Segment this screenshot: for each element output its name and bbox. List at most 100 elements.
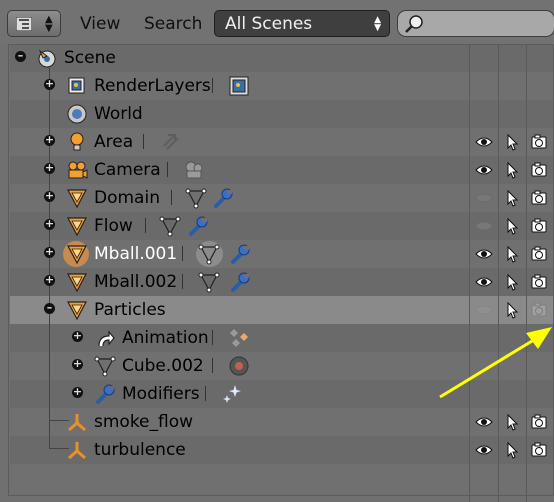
- tree-item-label: Particles: [94, 300, 166, 320]
- outliner-icon: [16, 17, 32, 31]
- particles-sparkle-icon[interactable]: [221, 383, 243, 405]
- selectable-cursor-icon[interactable]: [503, 273, 521, 291]
- animation-icon: [98, 330, 115, 347]
- selectable-cursor-icon[interactable]: [503, 161, 521, 179]
- search-input[interactable]: [428, 14, 542, 34]
- mesh-data-icon[interactable]: [159, 215, 181, 237]
- renderlayers-icon: [68, 77, 85, 94]
- modifier-wrench-icon[interactable]: [187, 215, 209, 237]
- expand-toggle[interactable]: +: [44, 274, 55, 286]
- expand-toggle[interactable]: +: [72, 358, 83, 370]
- tree-item-label: Mball.001: [94, 244, 178, 264]
- collapse-toggle[interactable]: –: [44, 302, 55, 314]
- search-menu[interactable]: Search: [144, 14, 202, 34]
- visibility-eye-icon[interactable]: [475, 245, 493, 263]
- separator: [182, 274, 183, 289]
- tree-row-renderlayers[interactable]: + RenderLayers: [0, 72, 554, 100]
- tree-row-mball-002[interactable]: + Mball.002: [0, 268, 554, 296]
- render-camera-icon[interactable]: [530, 441, 548, 459]
- view-menu[interactable]: View: [80, 14, 120, 34]
- render-camera-icon[interactable]: [530, 189, 548, 207]
- expand-toggle[interactable]: +: [44, 78, 55, 90]
- modifier-wrench-icon[interactable]: [229, 271, 251, 293]
- visibility-eye-icon[interactable]: [475, 189, 493, 207]
- mesh-data-icon[interactable]: [185, 187, 207, 209]
- display-mode-select[interactable]: All Scenes ▲ ▼: [214, 10, 390, 37]
- visibility-eye-icon[interactable]: [475, 133, 493, 151]
- separator: [212, 78, 213, 93]
- expand-toggle[interactable]: +: [44, 134, 55, 146]
- tree-row-smoke-flow[interactable]: smoke_flow: [0, 408, 554, 436]
- tree-item-label: Modifiers: [122, 384, 200, 404]
- camera-icon: [68, 161, 88, 179]
- outliner-header: ▲ ▼ View Search All Scenes ▲ ▼: [0, 0, 554, 44]
- separator: [167, 162, 168, 177]
- separator: [182, 246, 183, 261]
- render-camera-icon[interactable]: [530, 217, 548, 235]
- expand-toggle[interactable]: +: [44, 190, 55, 202]
- tree-row-mball-001[interactable]: + Mball.001: [0, 240, 554, 268]
- renderlayer-icon[interactable]: [228, 75, 250, 97]
- render-camera-icon[interactable]: [530, 273, 548, 291]
- render-camera-icon[interactable]: [530, 245, 548, 263]
- display-mode-value: All Scenes: [225, 14, 313, 34]
- tree-item-label: turbulence: [94, 440, 186, 460]
- mesh-object-icon: [67, 217, 87, 237]
- mesh-data-icon[interactable]: [198, 243, 220, 265]
- selectable-cursor-icon[interactable]: [503, 413, 521, 431]
- separator: [143, 134, 144, 149]
- tree-item-label: World: [94, 104, 143, 124]
- tree-item-label: RenderLayers: [94, 76, 211, 96]
- visibility-eye-icon[interactable]: [475, 161, 493, 179]
- expand-toggle[interactable]: +: [44, 218, 55, 230]
- editor-type-button[interactable]: ▲ ▼: [7, 10, 61, 37]
- mesh-data-icon: [94, 356, 116, 377]
- visibility-eye-icon[interactable]: [475, 273, 493, 291]
- visibility-eye-icon[interactable]: [475, 441, 493, 459]
- search-icon: [405, 15, 423, 33]
- tree-item-label: Cube.002: [122, 356, 204, 376]
- render-camera-icon[interactable]: [530, 413, 548, 431]
- collapse-toggle[interactable]: –: [15, 50, 26, 62]
- tree-row-camera[interactable]: + Camera: [0, 156, 554, 184]
- expand-toggle[interactable]: +: [44, 162, 55, 174]
- camera-data-icon[interactable]: [183, 159, 205, 181]
- selectable-cursor-icon[interactable]: [503, 217, 521, 235]
- tree-item-label: Area: [94, 132, 134, 152]
- expand-toggle[interactable]: +: [44, 246, 55, 258]
- visibility-eye-icon[interactable]: [475, 217, 493, 235]
- tree-row-area[interactable]: + Area: [0, 128, 554, 156]
- tree-item-label: Scene: [64, 48, 116, 68]
- lamp-data-icon[interactable]: [160, 131, 182, 153]
- selectable-cursor-icon[interactable]: [503, 245, 521, 263]
- updown-arrows-icon: ▲ ▼: [45, 14, 53, 34]
- search-field[interactable]: [397, 10, 554, 37]
- tree-row-turbulence[interactable]: turbulence: [0, 436, 554, 464]
- render-camera-icon[interactable]: [530, 133, 548, 151]
- mesh-data-icon[interactable]: [198, 271, 220, 293]
- selectable-cursor-icon[interactable]: [503, 133, 521, 151]
- expand-toggle[interactable]: +: [72, 386, 83, 398]
- render-camera-icon[interactable]: [530, 161, 548, 179]
- expand-toggle[interactable]: +: [72, 330, 83, 342]
- action-keyframes-icon[interactable]: [228, 327, 250, 349]
- force-field-icon: [68, 442, 86, 460]
- annotation-arrow: [439, 327, 552, 399]
- selectable-cursor-icon[interactable]: [503, 189, 521, 207]
- lamp-icon: [70, 132, 84, 151]
- mesh-object-icon: [67, 301, 87, 321]
- material-sphere-icon[interactable]: [228, 355, 250, 377]
- tree-row-scene[interactable]: – Scene: [0, 44, 554, 72]
- tree-row-world[interactable]: World: [0, 100, 554, 128]
- modifier-wrench-icon[interactable]: [212, 187, 234, 209]
- separator: [145, 218, 146, 233]
- updown-arrows-icon: ▲ ▼: [374, 15, 381, 33]
- tree-item-label: Flow: [94, 216, 133, 236]
- visibility-eye-icon[interactable]: [475, 413, 493, 431]
- tree-row-flow[interactable]: + Flow: [0, 212, 554, 240]
- tree-row-domain[interactable]: + Domain: [0, 184, 554, 212]
- modifier-wrench-icon[interactable]: [229, 243, 251, 265]
- modifier-wrench-icon: [96, 384, 115, 404]
- selectable-cursor-icon[interactable]: [503, 441, 521, 459]
- mesh-object-icon: [67, 273, 87, 293]
